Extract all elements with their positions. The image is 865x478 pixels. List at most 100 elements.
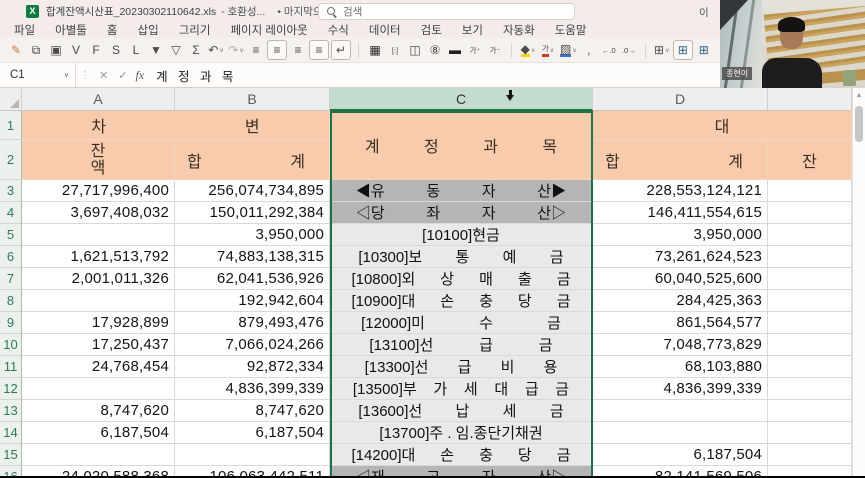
row-header-7[interactable]: 7 [0,268,22,290]
brackets-icon[interactable]: [:] [386,41,404,59]
cell-D15[interactable]: 6,187,504 [593,444,768,466]
cell-C12[interactable]: [13500]부 가 세 대 급 금 [330,378,593,400]
cell-C7[interactable]: [10800]외 상 매 출 금 [330,268,593,290]
search-box[interactable]: 검색 [318,3,575,20]
cell-B15[interactable] [175,444,330,466]
column-header-B[interactable]: B [175,88,330,111]
cell-C15[interactable]: [14200]대 손 충 당 금 [330,444,593,466]
font-increase-icon[interactable]: 가⁺ [466,41,484,59]
menu-item-1[interactable]: 아별툴 [45,21,97,39]
cell-C10[interactable]: [13100]선 급 금 [330,334,593,356]
cell-B8[interactable]: 192,942,604 [175,290,330,312]
menu-item-5[interactable]: 페이지 레이아웃 [220,21,317,39]
macro-v-button[interactable]: V [67,41,85,59]
column-header-A[interactable]: A [22,88,175,111]
header-credit-title[interactable]: 대 [593,111,852,140]
cell-E11[interactable] [768,356,852,378]
macro-l-button[interactable]: L [127,41,145,59]
user-account-label[interactable]: 이 [699,5,709,20]
row-header-8[interactable]: 8 [0,290,22,312]
cell-D11[interactable]: 68,103,880 [593,356,768,378]
cell-B9[interactable]: 879,493,476 [175,312,330,334]
cell-E13[interactable] [768,400,852,422]
cell-C13[interactable]: [13600]선 납 세 금 [330,400,593,422]
cell-C3[interactable]: ◀유 동 자 산▶ [330,180,593,202]
cell-B11[interactable]: 92,872,334 [175,356,330,378]
cell-D9[interactable]: 861,564,577 [593,312,768,334]
menu-item-7[interactable]: 데이터 [359,21,411,39]
macro-s-button[interactable]: S [107,41,125,59]
cell-A3[interactable]: 27,717,996,400 [22,180,175,202]
menu-item-2[interactable]: 홈 [97,21,128,39]
row-header-2[interactable]: 2 [0,140,22,180]
cell-D8[interactable]: 284,425,363 [593,290,768,312]
decrease-decimal-icon[interactable]: .0→ [620,41,638,59]
all-borders-icon[interactable]: ⊞ [673,40,693,60]
name-box-caret-icon[interactable]: ∨ [64,71,69,79]
menu-item-11[interactable]: 도움말 [545,21,597,39]
cell-A11[interactable]: 24,768,454 [22,356,175,378]
undo-icon[interactable]: ↶∨ [207,41,225,59]
format-painter-icon[interactable]: ✎ [7,41,25,59]
cell-C4[interactable]: ◁당 좌 자 산▷ [330,202,593,224]
cell-E4[interactable] [768,202,852,224]
cell-C9[interactable]: [12000]미 수 금 [330,312,593,334]
cell-B14[interactable]: 6,187,504 [175,422,330,444]
cell-E9[interactable] [768,312,852,334]
cell-D4[interactable]: 146,411,554,615 [593,202,768,224]
cell-A9[interactable]: 17,928,899 [22,312,175,334]
cell-B10[interactable]: 7,066,024,266 [175,334,330,356]
cell-E3[interactable] [768,180,852,202]
enter-icon[interactable]: ✓ [113,69,132,82]
header-credit-balance[interactable]: 잔 [768,140,852,180]
cell-A14[interactable]: 6,187,504 [22,422,175,444]
menu-item-6[interactable]: 수식 [318,21,359,39]
cell-A13[interactable]: 8,747,620 [22,400,175,422]
row-header-15[interactable]: 15 [0,444,22,466]
cell-A10[interactable]: 17,250,437 [22,334,175,356]
cell-E15[interactable] [768,444,852,466]
row-header-14[interactable]: 14 [0,422,22,444]
paste-icon[interactable]: ▣ [47,41,65,59]
cell-A6[interactable]: 1,621,513,792 [22,246,175,268]
header-account-title[interactable]: 계 정 과 목 [330,111,593,180]
cell-D14[interactable] [593,422,768,444]
row-header-11[interactable]: 11 [0,356,22,378]
cell-A7[interactable]: 2,001,011,326 [22,268,175,290]
cell-E5[interactable] [768,224,852,246]
cell-E7[interactable] [768,268,852,290]
align-center-icon[interactable]: ≡ [267,40,287,60]
row-header-5[interactable]: 5 [0,224,22,246]
cell-A15[interactable] [22,444,175,466]
menu-item-9[interactable]: 보기 [452,21,493,39]
copy-icon[interactable]: ⧉ [27,41,45,59]
header-debit-total[interactable]: 합 계 [175,140,330,180]
cell-D6[interactable]: 73,261,624,523 [593,246,768,268]
highlight-icon[interactable]: ▨∨ [559,41,578,59]
header-debit-title[interactable]: 차 변 [22,111,330,140]
align-right-icon[interactable]: ≡ [289,41,307,59]
cell-A8[interactable] [22,290,175,312]
outside-borders-icon[interactable]: ⊞ [695,41,713,59]
cell-B6[interactable]: 74,883,138,315 [175,246,330,268]
font-color-icon[interactable]: 가∨ [539,41,557,59]
cell-D3[interactable]: 228,553,124,121 [593,180,768,202]
cell-C5[interactable]: [10100]현금 [330,224,593,246]
chart-icon[interactable]: ◫ [406,41,424,59]
name-box[interactable]: C1 ∨ [0,63,76,87]
column-header-partial[interactable] [768,88,852,111]
row-header-4[interactable]: 4 [0,202,22,224]
macro-f-button[interactable]: F [87,41,105,59]
menu-item-10[interactable]: 자동화 [493,21,545,39]
circled-number-icon[interactable]: ⑧ [426,41,444,59]
cell-A4[interactable]: 3,697,408,032 [22,202,175,224]
row-header-6[interactable]: 6 [0,246,22,268]
cell-A5[interactable] [22,224,175,246]
filter-icon[interactable]: ▼ [147,41,165,59]
cell-B7[interactable]: 62,041,536,926 [175,268,330,290]
cell-C8[interactable]: [10900]대 손 충 당 금 [330,290,593,312]
menu-item-8[interactable]: 검토 [411,21,452,39]
column-header-C[interactable]: C [330,88,593,111]
cancel-icon[interactable]: ✕ [94,69,113,82]
wrap-text-icon[interactable]: ↵ [331,40,351,60]
